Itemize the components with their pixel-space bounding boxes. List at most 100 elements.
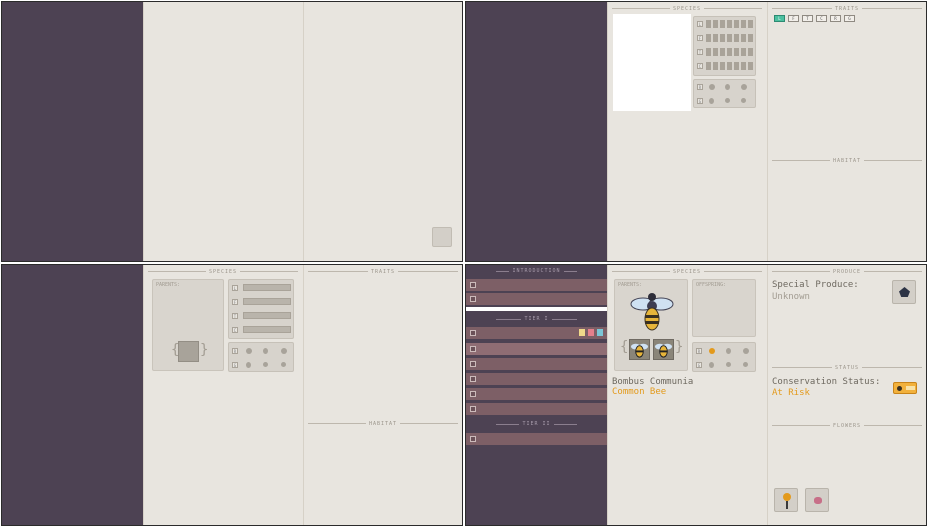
snow-icon xyxy=(726,362,731,367)
trait-tab-6[interactable]: G xyxy=(844,15,855,22)
row-icon: G xyxy=(697,98,703,104)
gene-segments xyxy=(706,20,754,74)
produce-header: PRODUCE xyxy=(772,268,923,275)
moon-icon xyxy=(726,348,731,354)
gene-bar xyxy=(243,284,291,291)
traits-header-label: TRAITS xyxy=(834,5,860,12)
gene-bar xyxy=(243,298,291,305)
gene-row-icon: T xyxy=(697,49,703,55)
corner-button[interactable] xyxy=(432,227,452,247)
panel-bottom-left: SPECIES PARENTS: { } L F T C R G TRAITS … xyxy=(1,264,463,526)
checkbox[interactable] xyxy=(470,436,476,442)
drop-icon xyxy=(709,362,714,368)
row-icon: R xyxy=(696,348,702,354)
produce-slot[interactable] xyxy=(892,280,916,304)
moon-icon xyxy=(725,84,730,90)
traits-header-label: TRAITS xyxy=(370,268,396,275)
comb-icon xyxy=(899,287,910,297)
tier1-header: TIER I xyxy=(466,314,607,324)
conservation-status-label: Conservation Status: xyxy=(772,377,881,387)
heart-icon xyxy=(588,329,594,336)
intro-header: INTRODUCTION xyxy=(466,266,607,276)
left-bracket-icon: { xyxy=(620,339,629,355)
parents-box: PARENTS: { } xyxy=(614,279,688,371)
list-item[interactable] xyxy=(466,327,607,339)
offspring-box: OFFSPRING: xyxy=(692,279,756,337)
flower-icon xyxy=(281,362,286,367)
gene-bar xyxy=(243,312,291,319)
sun-icon xyxy=(741,84,747,90)
flower-icon xyxy=(743,362,748,367)
list-item[interactable] xyxy=(466,388,607,400)
checkbox[interactable] xyxy=(470,346,476,352)
snow-icon xyxy=(725,98,730,103)
tier2-header-label: TIER II xyxy=(522,421,551,427)
flower-slot-1[interactable] xyxy=(774,488,798,512)
gene-row-icon: C xyxy=(232,327,238,333)
trait-tab-2[interactable]: F xyxy=(788,15,799,22)
bee-icon xyxy=(630,293,674,331)
list-item[interactable] xyxy=(466,293,607,305)
checkbox[interactable] xyxy=(470,330,476,336)
flower-slot-2[interactable] xyxy=(805,488,829,512)
list-item[interactable] xyxy=(466,358,607,370)
shield-icon xyxy=(597,329,603,336)
tier2-header: TIER II xyxy=(466,419,607,429)
drop-icon xyxy=(246,362,251,368)
sidebar xyxy=(2,265,143,525)
conservation-status-value: At Risk xyxy=(772,388,810,398)
row-icon: R xyxy=(232,348,238,354)
page-right xyxy=(767,2,926,261)
list-item[interactable] xyxy=(466,343,607,355)
star-icon xyxy=(906,386,915,390)
temperature-icon xyxy=(246,348,252,354)
parent-slot-2[interactable] xyxy=(653,339,674,360)
species-slot[interactable] xyxy=(178,341,199,362)
sidebar xyxy=(466,2,607,261)
temperature-icon xyxy=(709,348,715,354)
page-left xyxy=(143,2,303,261)
checkbox[interactable] xyxy=(470,361,476,367)
panel-bottom-right: INTRODUCTION TIER I TIER II SPECIES PARE… xyxy=(465,264,927,526)
list-item[interactable] xyxy=(466,403,607,415)
parents-label: PARENTS: xyxy=(618,282,643,288)
special-produce-label: Special Produce: xyxy=(772,280,859,290)
right-bracket-icon: } xyxy=(675,339,684,355)
parents-label: PARENTS: xyxy=(156,282,181,288)
checkbox[interactable] xyxy=(470,376,476,382)
species-common-name: Common Bee xyxy=(612,387,667,397)
flower-icon xyxy=(741,98,746,103)
checkbox[interactable] xyxy=(470,296,476,302)
tier1-header-label: TIER I xyxy=(524,316,549,322)
special-produce-value: Unknown xyxy=(772,292,810,302)
environment-panel: R G xyxy=(693,79,756,108)
trait-tab-1[interactable]: L xyxy=(774,15,785,22)
bee-icon xyxy=(654,343,673,358)
species-header-label: SPECIES xyxy=(672,5,702,12)
parent-slot-1[interactable] xyxy=(629,339,650,360)
checkbox[interactable] xyxy=(470,282,476,288)
status-header-label: STATUS xyxy=(834,364,860,371)
checkbox[interactable] xyxy=(470,406,476,412)
list-item[interactable] xyxy=(466,433,607,445)
parents-box: PARENTS: { } xyxy=(152,279,224,371)
species-header-label: SPECIES xyxy=(672,268,702,275)
checkbox[interactable] xyxy=(470,391,476,397)
sun-icon xyxy=(743,348,749,354)
habitat-header-label: HABITAT xyxy=(368,420,398,427)
sun-icon xyxy=(281,348,287,354)
trait-tab-5[interactable]: R xyxy=(830,15,841,22)
list-item[interactable] xyxy=(466,373,607,385)
right-bracket-icon: } xyxy=(200,342,209,358)
gene-panel: L F T C xyxy=(228,279,294,339)
habitat-header-label: HABITAT xyxy=(832,157,862,164)
trait-tab-3[interactable]: T xyxy=(802,15,813,22)
blossom-icon xyxy=(814,497,822,504)
list-item[interactable] xyxy=(466,279,607,291)
snow-icon xyxy=(263,362,268,367)
gene-bar xyxy=(243,326,291,333)
bee-icon xyxy=(630,343,649,358)
trait-tab-4[interactable]: C xyxy=(816,15,827,22)
species-header: SPECIES xyxy=(612,5,763,12)
panel-top-right: SPECIES L F T C R G TRAITS L F T C R G H… xyxy=(465,1,927,262)
